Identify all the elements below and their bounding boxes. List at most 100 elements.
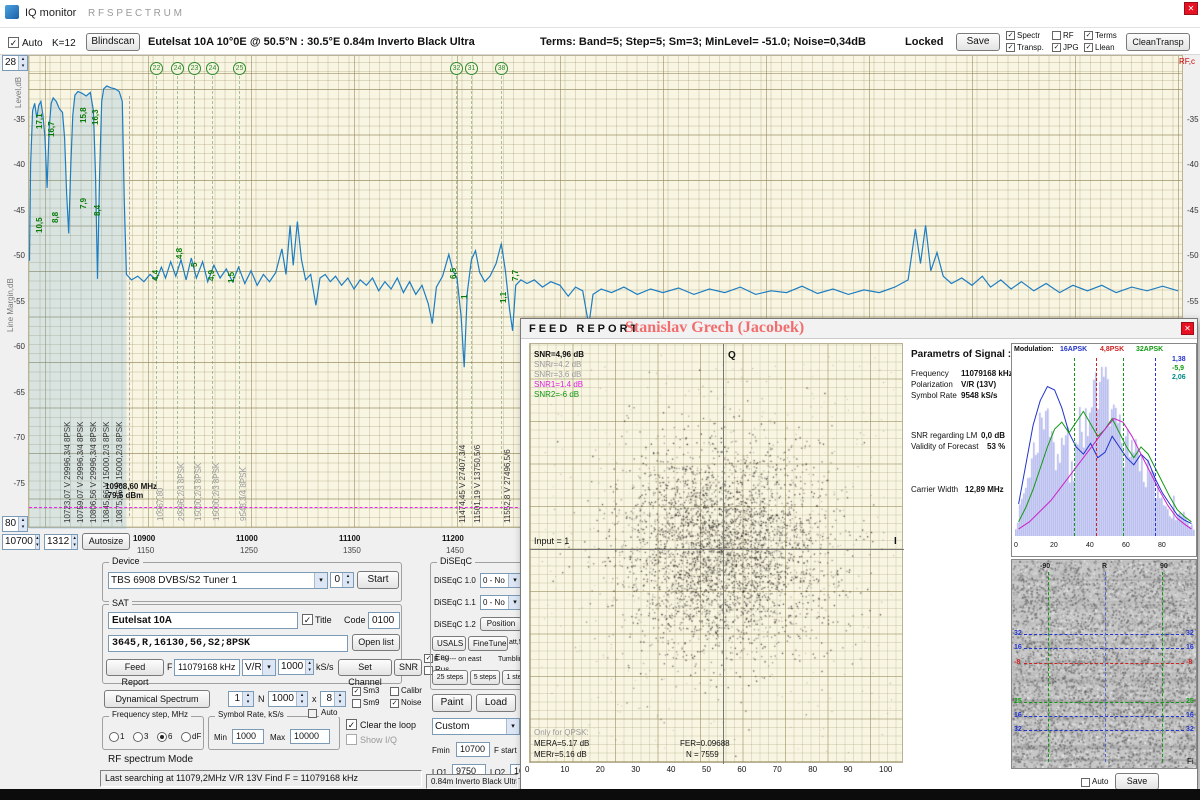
min-label: Min: [214, 733, 227, 742]
steps-25-button[interactable]: 25 steps: [432, 670, 468, 685]
code-input[interactable]: 0100: [368, 612, 400, 629]
transponder-marker-line: [471, 76, 472, 514]
sr-auto-checkbox[interactable]: [308, 709, 317, 718]
level-top-spinner[interactable]: 28▴▾: [2, 55, 28, 71]
freqstep-radio-6[interactable]: [157, 732, 167, 742]
transponder-label-grey: 9548,3/4 8PSK: [239, 467, 248, 521]
paint-button[interactable]: Paint: [432, 694, 472, 712]
sr-spinner[interactable]: 1000▴▾: [278, 659, 314, 675]
dyn-spinner-x[interactable]: 8▴▾: [320, 691, 346, 707]
search-status-bar: Last searching at 11079,2MHz V/R 13V Fin…: [100, 770, 422, 787]
blindscan-button[interactable]: Blindscan: [86, 33, 140, 51]
peak-level-label: 4,8: [175, 248, 184, 259]
diseqc11-select[interactable]: 0 - No▾: [480, 595, 522, 610]
tuner-index-spinner[interactable]: 0▴▾: [330, 572, 354, 588]
freqstep-radio-dF[interactable]: [181, 732, 191, 742]
k-label: K=12: [52, 38, 76, 49]
hist-curve-4,8PSK: [1019, 419, 1192, 529]
level-bottom-spinner[interactable]: 80▴▾: [2, 516, 28, 532]
cursor-readout: 10908,60 MHz-79,5 dBm: [105, 482, 157, 500]
freqstep-radio-label: 6: [168, 732, 172, 741]
wf-auto-checkbox[interactable]: [1081, 778, 1090, 787]
rf-label: RF: [1063, 31, 1074, 40]
rf-checkbox[interactable]: [1052, 31, 1061, 40]
code-label: Code: [344, 615, 366, 625]
finetune-button[interactable]: FineTune: [468, 636, 508, 651]
modulation-histogram-panel: Modulation: 16APSK 4,8PSK 32APSK 1,38 -5…: [1011, 343, 1197, 557]
dynamical-spectrum-button[interactable]: Dynamical Spectrum: [104, 690, 210, 708]
dyn-spinner-1[interactable]: 1▴▾: [228, 691, 254, 707]
peak-level-label: 1,5: [227, 272, 236, 283]
feed-report-titlebar[interactable]: FEED REPORT Stanislav Grech (Jacobek) ✕: [521, 319, 1197, 339]
transponder-label-grey: 15000,2/3 8PSK: [194, 463, 203, 521]
load-button[interactable]: Load: [476, 694, 516, 712]
n-readout: N = 7559: [686, 750, 719, 759]
tuner-select[interactable]: TBS 6908 DVBS/S2 Tuner 1▾: [108, 572, 328, 589]
dyn-spinner-n[interactable]: 1000▴▾: [268, 691, 308, 707]
y-axis-label: -65: [5, 388, 25, 397]
snr-button[interactable]: SNR: [394, 659, 422, 676]
constellation-x-tick: 50: [702, 765, 711, 774]
sm3-checkbox[interactable]: [352, 687, 361, 696]
start-freq-spinner[interactable]: 10700▴▾: [2, 534, 40, 550]
waterfall-panel: -90 R 90 32321616-8-8252516163232: [1011, 559, 1197, 769]
transponder-input[interactable]: 3645,R,16130,56,S2;8PSK: [108, 635, 348, 652]
hist-x-tick: 0: [1014, 542, 1018, 549]
close-button[interactable]: ✕: [1184, 2, 1198, 15]
feed-close-button[interactable]: ✕: [1181, 322, 1194, 335]
set-channel-button[interactable]: Set Channel: [338, 659, 392, 676]
constellation-x-tick: 20: [596, 765, 605, 774]
transp-label: Transp.: [1017, 43, 1044, 52]
custom-select[interactable]: Custom▾: [432, 718, 520, 735]
transponder-marker-line: [456, 76, 457, 514]
auto-checkbox[interactable]: [8, 37, 19, 48]
constellation-x-tick: 90: [844, 765, 853, 774]
noise-checkbox[interactable]: [390, 699, 399, 708]
position-button[interactable]: Position: [480, 617, 522, 631]
usals-button[interactable]: USALS: [432, 636, 466, 651]
y-axis-label-right: -45: [1187, 206, 1200, 215]
feed-report-button[interactable]: Feed Report: [106, 659, 164, 676]
spectr-checkbox[interactable]: [1006, 31, 1015, 40]
freqstep-radio-1[interactable]: [109, 732, 119, 742]
transp-checkbox[interactable]: [1006, 43, 1015, 52]
cleantransp-button[interactable]: CleanTransp: [1126, 33, 1190, 51]
snr-line: SNRr=4.2 dB: [534, 360, 584, 370]
app-window: { "titlebar": {"app": "IQ monitor", "tit…: [0, 0, 1200, 800]
min-input[interactable]: 1000: [232, 729, 264, 744]
diseqc11-label: DiSEqC 1.1: [434, 598, 476, 607]
fmin-input[interactable]: 10700: [456, 742, 490, 757]
calibr-checkbox[interactable]: [390, 687, 399, 696]
title-checkbox[interactable]: [302, 614, 313, 625]
sm9-checkbox[interactable]: [352, 699, 361, 708]
max-input[interactable]: 10000: [290, 729, 330, 744]
sm9-label: Sm9: [363, 698, 379, 707]
llean-checkbox[interactable]: [1084, 43, 1093, 52]
transponder-label: 11474,45 V 27407,3/4: [458, 445, 467, 523]
start-button[interactable]: Start: [357, 571, 399, 589]
diseqc10-select[interactable]: 0 - No▾: [480, 573, 522, 588]
snr-line: SNR1=1.4 dB: [534, 380, 584, 390]
terms-checkbox[interactable]: [1084, 31, 1093, 40]
terms-check-label: Terms: [1095, 31, 1117, 40]
wf-save-button[interactable]: Save: [1115, 773, 1159, 790]
show-iq-checkbox[interactable]: [346, 734, 357, 745]
steps-5-button[interactable]: 5 steps: [470, 670, 500, 685]
param-frequency-label: Frequency: [911, 369, 949, 378]
waterfall-left-label: -90: [1040, 563, 1050, 570]
open-list-button[interactable]: Open list: [352, 634, 400, 651]
jpg-checkbox[interactable]: [1052, 43, 1061, 52]
clear-loop-checkbox[interactable]: [346, 719, 357, 730]
i-axis-label: I: [894, 536, 897, 547]
frequency-input[interactable]: 11079168 kHz: [174, 659, 240, 676]
freqstep-radio-3[interactable]: [133, 732, 143, 742]
span-spinner[interactable]: 1312▴▾: [44, 534, 78, 550]
x-label: x: [312, 694, 317, 704]
save-button[interactable]: Save: [956, 33, 1000, 51]
x-axis-label-mhz: 10900: [133, 534, 155, 543]
autosize-button[interactable]: Autosize: [82, 533, 130, 550]
x-axis-label-if: 1150: [137, 546, 154, 555]
constellation-x-tick: 10: [560, 765, 569, 774]
polarization-select[interactable]: V/R▾: [242, 659, 276, 676]
satellite-name-input[interactable]: Eutelsat 10A: [108, 612, 298, 629]
